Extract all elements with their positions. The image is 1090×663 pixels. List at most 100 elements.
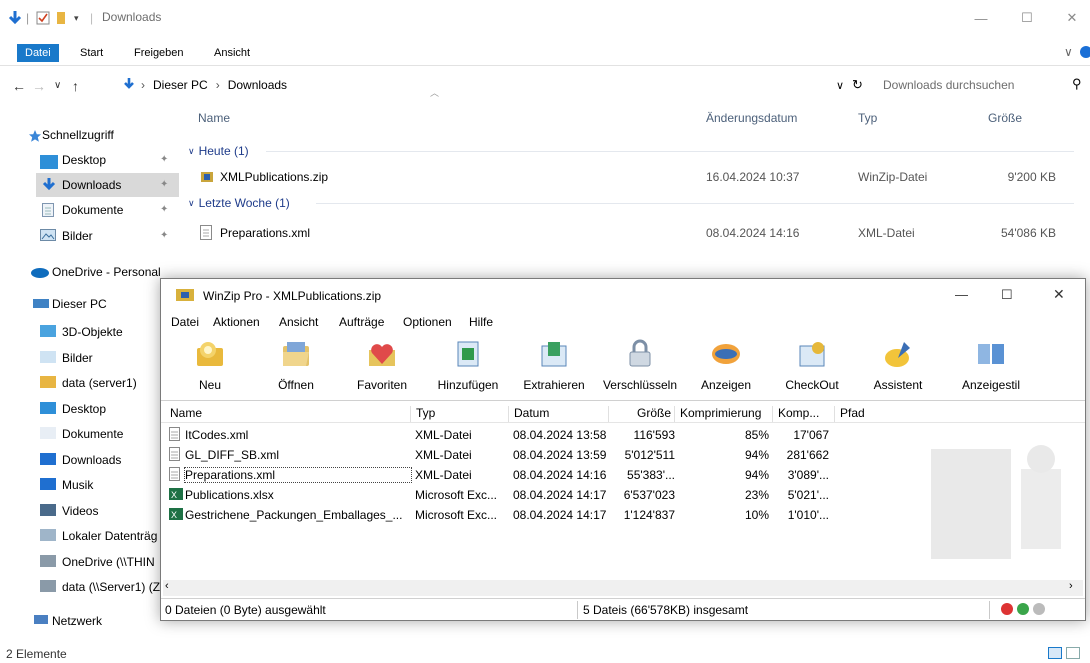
nav-pc-item[interactable]: Desktop [62, 397, 170, 421]
ribbon-expand-icon[interactable]: ∨ [1064, 45, 1073, 59]
toolbar-extrahieren[interactable]: Extrahieren [511, 335, 597, 401]
nav-pc-item[interactable]: Musik [62, 473, 170, 497]
status-total: 5 Dateis (66'578KB) insgesamt [583, 603, 749, 617]
nav-pc-item[interactable]: Bilder [62, 346, 170, 370]
file-row[interactable]: XMLPublications.zip 16.04.2024 10:37 Win… [196, 167, 1076, 189]
toolbar-anzeigen[interactable]: Anzeigen [683, 335, 769, 401]
nav-pc-item[interactable]: Lokaler Datenträg [62, 524, 170, 548]
grey-status-icon [1033, 603, 1045, 615]
breadcrumb-dieser-pc[interactable]: Dieser PC [153, 78, 208, 92]
details-view-icon[interactable] [1048, 647, 1062, 659]
pin-icon[interactable]: ✦ [160, 154, 168, 165]
group-heute[interactable]: ∨ Heute (1) [188, 144, 249, 158]
pin-icon[interactable]: ✦ [160, 230, 168, 241]
menu-optionen[interactable]: Optionen [403, 315, 452, 329]
nav-dokumente[interactable]: Dokumente [62, 198, 123, 222]
star-icon [29, 130, 41, 142]
scroll-left-icon[interactable]: ‹ [165, 580, 169, 592]
menu-auftraege[interactable]: Aufträge [339, 315, 384, 329]
pin-icon[interactable]: ✦ [160, 204, 168, 215]
toolbar-hinzufuegen[interactable]: Hinzufügen [425, 335, 511, 401]
close-button[interactable]: ✕ [1054, 4, 1090, 32]
toolbar-oeffnen[interactable]: Öffnen [253, 335, 339, 401]
winzip-close-button[interactable]: ✕ [1053, 286, 1065, 303]
wz-file-row[interactable]: Preparations.xml XML-Datei 08.04.2024 14:1… [161, 465, 851, 485]
menu-hilfe[interactable]: Hilfe [469, 315, 493, 329]
forward-arrow-icon[interactable]: → [32, 78, 46, 94]
folder-icon[interactable] [56, 8, 66, 28]
address-bar[interactable]: › Dieser PC › Downloads [118, 73, 852, 97]
nav-schnellzugriff[interactable]: Schnellzugriff [42, 123, 114, 147]
address-dropdown-icon[interactable]: ∨ [836, 79, 844, 92]
tab-ansicht[interactable]: Ansicht [206, 44, 258, 62]
downloads-icon [42, 178, 56, 191]
breadcrumb-downloads[interactable]: Downloads [228, 78, 287, 92]
search-input[interactable]: Downloads durchsuchen [874, 73, 1060, 97]
pin-icon[interactable]: ✦ [160, 179, 168, 190]
wz-file-row[interactable]: X Publications.xlsx Microsoft Exc... 08.04.… [161, 485, 851, 505]
scroll-right-icon[interactable]: › [1069, 580, 1073, 592]
nav-pc-item[interactable]: 3D-Objekte [62, 320, 170, 344]
wz-file-row[interactable]: X Gestrichene_Packungen_Emballages_... Mic… [161, 505, 851, 525]
toolbar-anzeigestil[interactable]: Anzeigestil [941, 335, 1041, 401]
column-name[interactable]: Name [198, 111, 230, 125]
file-row[interactable]: Preparations.xml 08.04.2024 14:16 XML-Da… [196, 223, 1076, 245]
toolbar-checkout[interactable]: CheckOut [769, 335, 855, 401]
nav-onedrive[interactable]: OneDrive - Personal [52, 260, 172, 284]
group-letzte-woche[interactable]: ∨ Letzte Woche (1) [188, 196, 290, 210]
nav-dieser-pc[interactable]: Dieser PC [52, 292, 107, 316]
nav-pc-item[interactable]: Videos [62, 499, 170, 523]
large-icons-view-icon[interactable] [1066, 647, 1080, 659]
menu-ansicht[interactable]: Ansicht [279, 315, 318, 329]
winzip-maximize-button[interactable]: ☐ [1001, 287, 1013, 303]
winzip-title: WinZip Pro - XMLPublications.zip [203, 289, 382, 303]
window-title: Downloads [102, 10, 162, 24]
wz-column-typ[interactable]: Typ [413, 406, 509, 422]
nav-netzwerk[interactable]: Netzwerk [52, 609, 102, 633]
wz-column-groesse[interactable]: Größe [611, 406, 675, 422]
refresh-icon[interactable]: ↻ [852, 77, 863, 93]
tab-freigeben[interactable]: Freigeben [126, 44, 192, 62]
recent-dropdown-icon[interactable]: ∨ [54, 80, 61, 91]
explorer-titlebar: | ▾ | Downloads — ☐ ✕ [0, 0, 1090, 40]
nav-bilder[interactable]: Bilder [62, 224, 93, 248]
tab-start[interactable]: Start [72, 44, 111, 62]
nav-pc-item[interactable]: Downloads [62, 448, 170, 472]
wz-column-komprimierung[interactable]: Komprimierung [677, 406, 773, 422]
wz-column-datum[interactable]: Datum [511, 406, 609, 422]
minimize-button[interactable]: — [958, 4, 1004, 32]
nav-pc-item[interactable]: OneDrive (\\THIN [62, 550, 170, 574]
wz-file-row[interactable]: GL_DIFF_SB.xml XML-Datei 08.04.2024 13:59 5… [161, 445, 851, 465]
toolbar-neu[interactable]: Neu [167, 335, 253, 401]
wz-column-name[interactable]: Name [167, 406, 411, 422]
winzip-window: WinZip Pro - XMLPublications.zip — ☐ ✕ D… [160, 278, 1086, 621]
search-icon[interactable]: ⚲ [1072, 76, 1082, 92]
help-icon[interactable] [1080, 46, 1090, 58]
wz-column-pfad[interactable]: Pfad [837, 406, 897, 422]
wz-file-row[interactable]: ItCodes.xml XML-Datei 08.04.2024 13:58 116'… [161, 425, 851, 445]
winzip-minimize-button[interactable]: — [955, 287, 968, 302]
nav-desktop[interactable]: Desktop [62, 148, 106, 172]
menu-datei[interactable]: Datei [171, 315, 199, 329]
toolbar-assistent[interactable]: Assistent [855, 335, 941, 401]
column-typ[interactable]: Typ [858, 111, 877, 125]
nav-downloads[interactable]: Downloads [62, 173, 121, 197]
network-icon [34, 615, 48, 624]
quick-access-dropdown-icon[interactable]: ▾ [74, 8, 79, 28]
checkbox-properties-icon[interactable] [36, 8, 50, 28]
tab-datei[interactable]: Datei [17, 44, 59, 62]
up-arrow-icon[interactable]: ↑ [72, 78, 79, 94]
nav-pc-item[interactable]: data (\\Server1) (Z [62, 575, 170, 599]
horizontal-scrollbar[interactable]: ‹ › [163, 580, 1083, 596]
column-groesse[interactable]: Größe [988, 111, 1022, 125]
column-aenderungsdatum[interactable]: Änderungsdatum [706, 111, 797, 125]
download-arrow-icon[interactable] [8, 8, 22, 28]
toolbar-favoriten[interactable]: Favoriten [339, 335, 425, 401]
maximize-button[interactable]: ☐ [1004, 4, 1050, 32]
nav-pc-item[interactable]: Dokumente [62, 422, 170, 446]
toolbar-verschluesseln[interactable]: Verschlüsseln [597, 335, 683, 401]
wz-column-komp[interactable]: Komp... [775, 406, 835, 422]
nav-pc-item[interactable]: data (server1) [62, 371, 170, 395]
back-arrow-icon[interactable]: ← [12, 78, 26, 94]
menu-aktionen[interactable]: Aktionen [213, 315, 260, 329]
